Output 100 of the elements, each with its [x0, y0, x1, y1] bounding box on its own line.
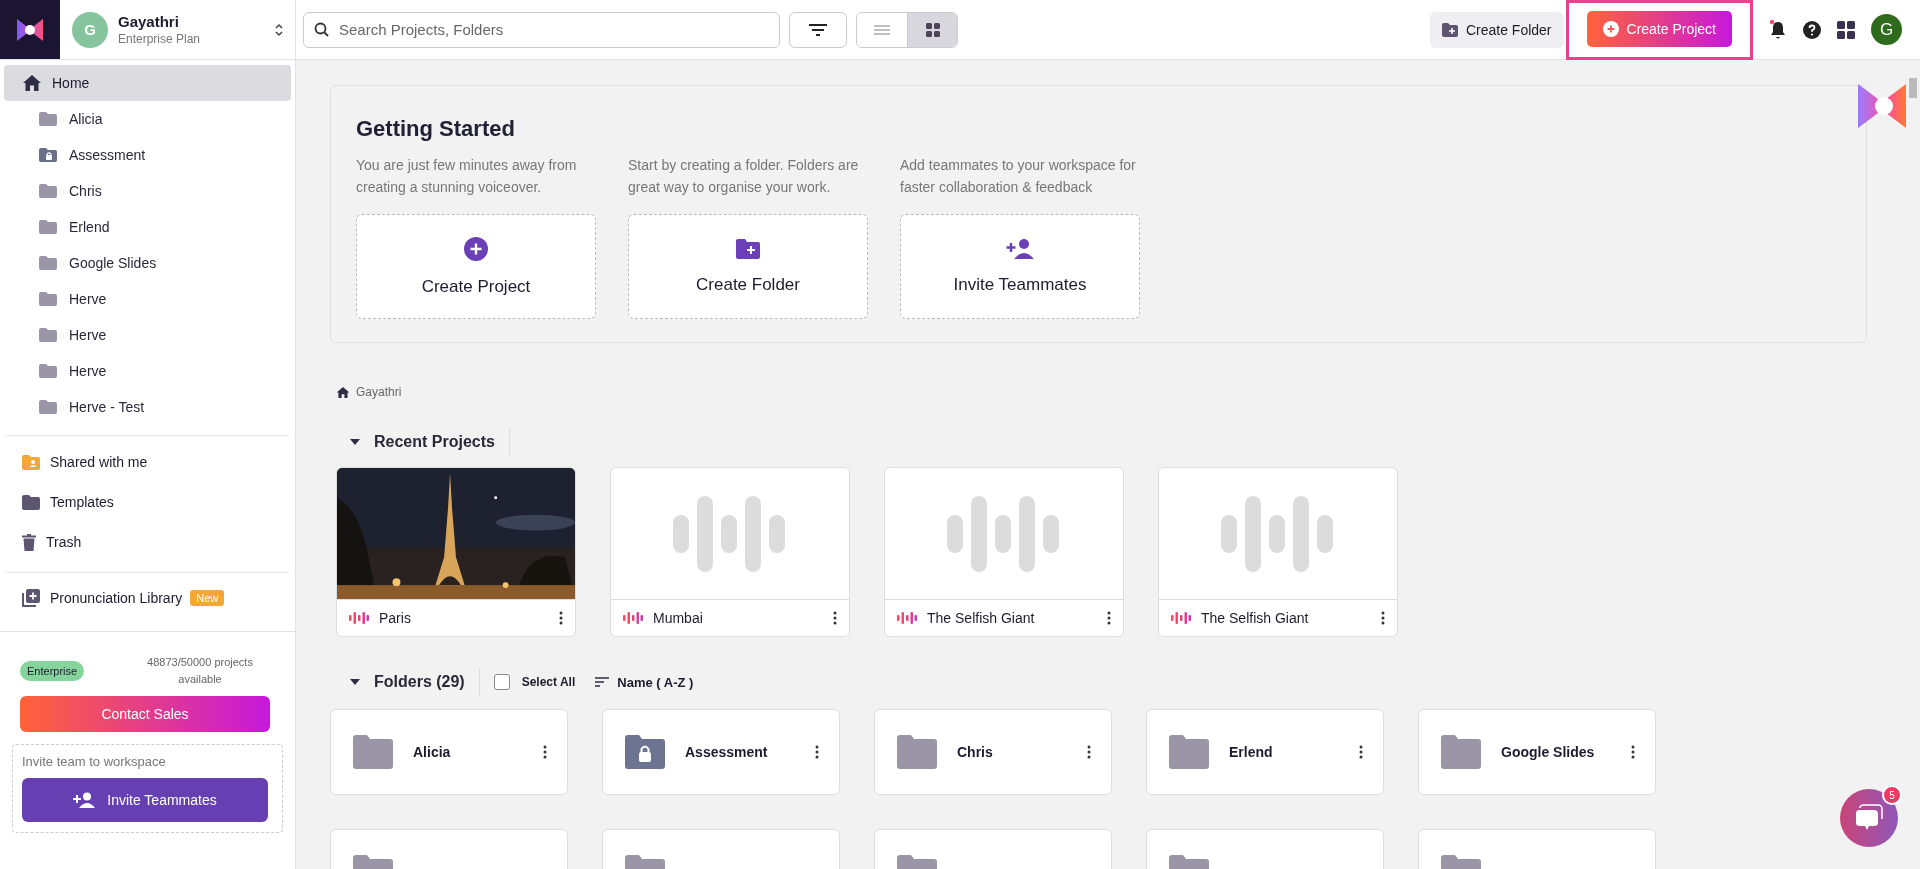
sidebar-item[interactable]: Templates — [4, 482, 291, 522]
action-card[interactable]: Create Project — [356, 214, 596, 319]
section-title: Getting Started — [356, 116, 516, 142]
audio-wave-icon — [1221, 495, 1335, 572]
folder-icon — [22, 494, 40, 510]
action-card[interactable]: Invite Teammates — [900, 214, 1140, 319]
invite-teammates-button[interactable]: Invite Teammates — [22, 778, 268, 822]
audio-wave-icon — [673, 495, 787, 572]
contact-sales-button[interactable]: Contact Sales — [20, 696, 270, 732]
locked-folder-icon — [625, 735, 665, 769]
more-icon[interactable] — [815, 745, 819, 759]
folder-icon — [39, 112, 57, 126]
folder-name: Chris — [957, 744, 994, 760]
collapse-icon[interactable] — [350, 439, 360, 445]
add-person-icon — [73, 792, 96, 808]
plus-circle-icon — [464, 236, 488, 261]
invite-label: Invite team to workspace — [22, 754, 167, 769]
more-icon[interactable] — [1107, 611, 1111, 625]
search-field[interactable]: Search Projects, Folders — [303, 11, 780, 48]
sidebar-item[interactable]: Erlend — [4, 209, 291, 245]
plus-circle-icon — [1602, 20, 1619, 37]
sidebar-item[interactable]: Chris — [4, 173, 291, 209]
action-card[interactable]: Create Folder — [628, 214, 868, 319]
folder-icon — [39, 184, 57, 198]
select-all-label[interactable]: Select All — [521, 675, 576, 689]
project-name: The Selfish Giant — [927, 610, 1036, 626]
expand-icon — [275, 22, 283, 37]
card-description: Start by creating a folder. Folders are great way to organise your work. — [628, 156, 860, 197]
grid-view-button[interactable] — [907, 12, 957, 47]
sidebar-item[interactable]: Trash — [4, 522, 291, 562]
add-person-icon — [1006, 238, 1034, 259]
apps-icon[interactable] — [1837, 20, 1855, 39]
create-project-button[interactable]: Create Project — [1586, 10, 1732, 47]
folder-icon — [897, 735, 937, 769]
sidebar-item[interactable]: Herve — [4, 317, 291, 353]
project-card[interactable]: Mumbai — [610, 467, 850, 637]
more-icon[interactable] — [559, 611, 563, 625]
folder-card[interactable]: Alicia — [330, 709, 568, 795]
sidebar-item[interactable]: Alicia — [4, 101, 291, 137]
breadcrumb-link[interactable]: Gayathri — [356, 385, 402, 399]
sidebar-item[interactable]: Home — [4, 65, 291, 101]
sidebar-item[interactable]: Herve — [4, 281, 291, 317]
folder-icon — [39, 256, 57, 270]
more-icon[interactable] — [833, 611, 837, 625]
folder-card[interactable]: Assessment — [602, 709, 840, 795]
audio-wave-icon — [947, 495, 1061, 572]
sidebar-item[interactable]: Google Slides — [4, 245, 291, 281]
help-icon[interactable] — [1803, 20, 1821, 39]
more-icon[interactable] — [1359, 745, 1363, 759]
user-avatar[interactable]: G — [1871, 14, 1902, 45]
more-icon[interactable] — [1381, 611, 1385, 625]
create-folder-button[interactable]: Create Folder — [1429, 11, 1564, 48]
folder-card[interactable]: Google Slides — [1418, 709, 1656, 795]
locked-folder-icon — [39, 148, 57, 162]
folder-icon — [39, 364, 57, 378]
folder-icon — [1441, 735, 1481, 769]
folder-icon — [39, 328, 57, 342]
select-all-checkbox[interactable] — [493, 674, 510, 690]
home-icon — [22, 74, 42, 92]
folder-icon — [39, 400, 57, 414]
folder-name: Assessment — [685, 744, 769, 760]
project-card[interactable]: The Selfish Giant — [884, 467, 1124, 637]
grid-icon — [925, 22, 940, 37]
more-icon[interactable] — [1631, 745, 1635, 759]
sidebar-item[interactable]: Assessment — [4, 137, 291, 173]
app-logo[interactable] — [0, 0, 60, 59]
filter-button[interactable] — [789, 11, 847, 48]
audio-wave-icon — [349, 612, 369, 624]
trash-icon — [22, 533, 36, 551]
folder-card[interactable]: Chris — [874, 709, 1112, 795]
folder-plus-icon — [736, 238, 760, 259]
workspace-switcher[interactable]: G Gayathri Enterprise Plan — [60, 0, 296, 59]
section-title: Recent Projects — [374, 433, 495, 451]
more-icon[interactable] — [543, 745, 547, 759]
notification-badge: 5 — [1882, 785, 1902, 805]
section-title: Folders (29) — [374, 673, 465, 691]
sort-button[interactable]: Name ( A-Z ) — [595, 674, 694, 690]
notification-icon[interactable] — [1769, 19, 1787, 40]
sidebar-item[interactable]: Herve - Test — [4, 389, 291, 425]
audio-wave-icon — [1171, 612, 1191, 624]
card-description: You are just few minutes away from creating a stunning voiceover. — [356, 156, 578, 197]
folder-icon — [1169, 735, 1209, 769]
more-icon[interactable] — [1087, 745, 1091, 759]
sidebar-item[interactable]: Shared with me — [4, 442, 291, 482]
project-name: The Selfish Giant — [1201, 610, 1310, 626]
project-name: Paris — [379, 610, 412, 626]
folder-card[interactable]: Erlend — [1146, 709, 1384, 795]
audio-wave-icon — [897, 612, 917, 624]
project-card[interactable]: Paris — [336, 467, 576, 637]
sidebar-item[interactable]: Herve — [4, 353, 291, 389]
library-add-icon — [22, 589, 40, 607]
filter-icon — [808, 22, 828, 37]
folder-icon — [353, 735, 393, 769]
card-description: Add teammates to your workspace for faster collaboration & feedback — [900, 156, 1137, 197]
chat-icon — [1854, 804, 1884, 832]
project-card[interactable]: The Selfish Giant — [1158, 467, 1398, 637]
collapse-icon[interactable] — [350, 679, 360, 685]
sidebar-item[interactable]: Pronunciation Library — [22, 589, 183, 607]
folder-name: Google Slides — [1501, 744, 1596, 760]
new-badge: New — [190, 590, 225, 606]
